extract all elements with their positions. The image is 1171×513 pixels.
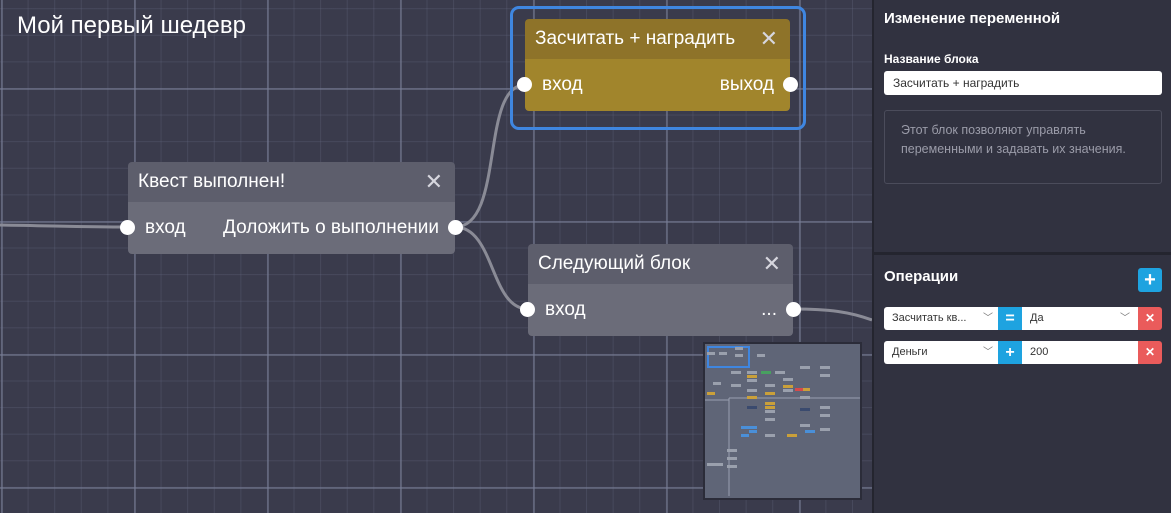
output-label: Доложить о выполнении bbox=[223, 217, 439, 238]
canvas-title: Мой первый шедевр bbox=[17, 12, 246, 39]
node-header[interactable]: Засчитать + наградить ✕ bbox=[525, 19, 790, 59]
node-canvas[interactable]: Мой первый шедевр Квест выполнен! ✕ вход… bbox=[0, 0, 872, 513]
node-quest-done[interactable]: Квест выполнен! ✕ вход Доложить о выполн… bbox=[120, 162, 463, 254]
variable-select-value: Деньги bbox=[892, 346, 928, 358]
output-port[interactable] bbox=[783, 77, 798, 92]
operations-title: Операции bbox=[884, 268, 959, 285]
block-name-input[interactable] bbox=[884, 71, 1162, 95]
x-icon[interactable]: ✕ bbox=[1138, 341, 1162, 364]
panel-title: Изменение переменной bbox=[884, 10, 1061, 27]
node-body: вход ... bbox=[520, 284, 801, 336]
close-icon[interactable]: ✕ bbox=[763, 253, 781, 275]
close-icon[interactable]: ✕ bbox=[760, 28, 778, 50]
input-label: вход bbox=[145, 217, 186, 238]
input-port[interactable] bbox=[520, 302, 535, 317]
chevron-down-icon: ﹀ bbox=[983, 347, 993, 358]
value-input[interactable]: 200 bbox=[1022, 341, 1138, 364]
variable-select-value: Засчитать кв... bbox=[892, 312, 967, 324]
panel-divider bbox=[874, 252, 1171, 255]
variable-select[interactable]: Засчитать кв... ﹀ bbox=[884, 307, 998, 330]
node-next-block[interactable]: Следующий блок ✕ вход ... bbox=[520, 244, 801, 336]
output-port[interactable] bbox=[448, 220, 463, 235]
node-title: Квест выполнен! bbox=[138, 171, 286, 192]
node-body: вход выход bbox=[517, 59, 798, 111]
operation-row: Деньги ﹀ + 200 ✕ bbox=[884, 341, 1162, 364]
input-label: вход bbox=[542, 74, 583, 95]
node-reward[interactable]: Засчитать + наградить ✕ вход выход bbox=[517, 19, 798, 111]
operator-button[interactable]: = bbox=[998, 307, 1022, 330]
plus-icon[interactable]: + bbox=[1138, 268, 1162, 292]
chevron-down-icon: ﹀ bbox=[1120, 313, 1130, 324]
output-label: ... bbox=[761, 299, 777, 320]
minimap[interactable] bbox=[703, 342, 862, 500]
node-header[interactable]: Следующий блок ✕ bbox=[528, 244, 793, 284]
wire-to-next bbox=[454, 225, 529, 311]
value-select-value: Да bbox=[1030, 312, 1044, 324]
value-select[interactable]: Да ﹀ bbox=[1022, 307, 1138, 330]
operation-row: Засчитать кв... ﹀ = Да ﹀ ✕ bbox=[884, 307, 1162, 330]
variable-select[interactable]: Деньги ﹀ bbox=[884, 341, 998, 364]
input-port[interactable] bbox=[120, 220, 135, 235]
properties-panel: Изменение переменной Название блока Этот… bbox=[872, 0, 1171, 513]
output-port[interactable] bbox=[786, 302, 801, 317]
output-label: выход bbox=[719, 74, 774, 95]
minimap-overview bbox=[705, 347, 860, 496]
block-description: Этот блок позволяют управлять переменным… bbox=[884, 110, 1162, 184]
wire-outgoing bbox=[792, 307, 872, 322]
input-port[interactable] bbox=[517, 77, 532, 92]
operator-button[interactable]: + bbox=[998, 341, 1022, 364]
node-title: Засчитать + наградить bbox=[535, 28, 736, 49]
x-icon[interactable]: ✕ bbox=[1138, 307, 1162, 330]
node-header[interactable]: Квест выполнен! ✕ bbox=[128, 162, 455, 202]
node-body: вход Доложить о выполнении bbox=[120, 202, 463, 254]
input-label: вход bbox=[545, 299, 586, 320]
close-icon[interactable]: ✕ bbox=[425, 171, 443, 193]
wire-incoming bbox=[0, 223, 128, 229]
chevron-down-icon: ﹀ bbox=[983, 313, 993, 324]
block-name-label: Название блока bbox=[884, 52, 979, 66]
node-title: Следующий блок bbox=[538, 253, 691, 274]
